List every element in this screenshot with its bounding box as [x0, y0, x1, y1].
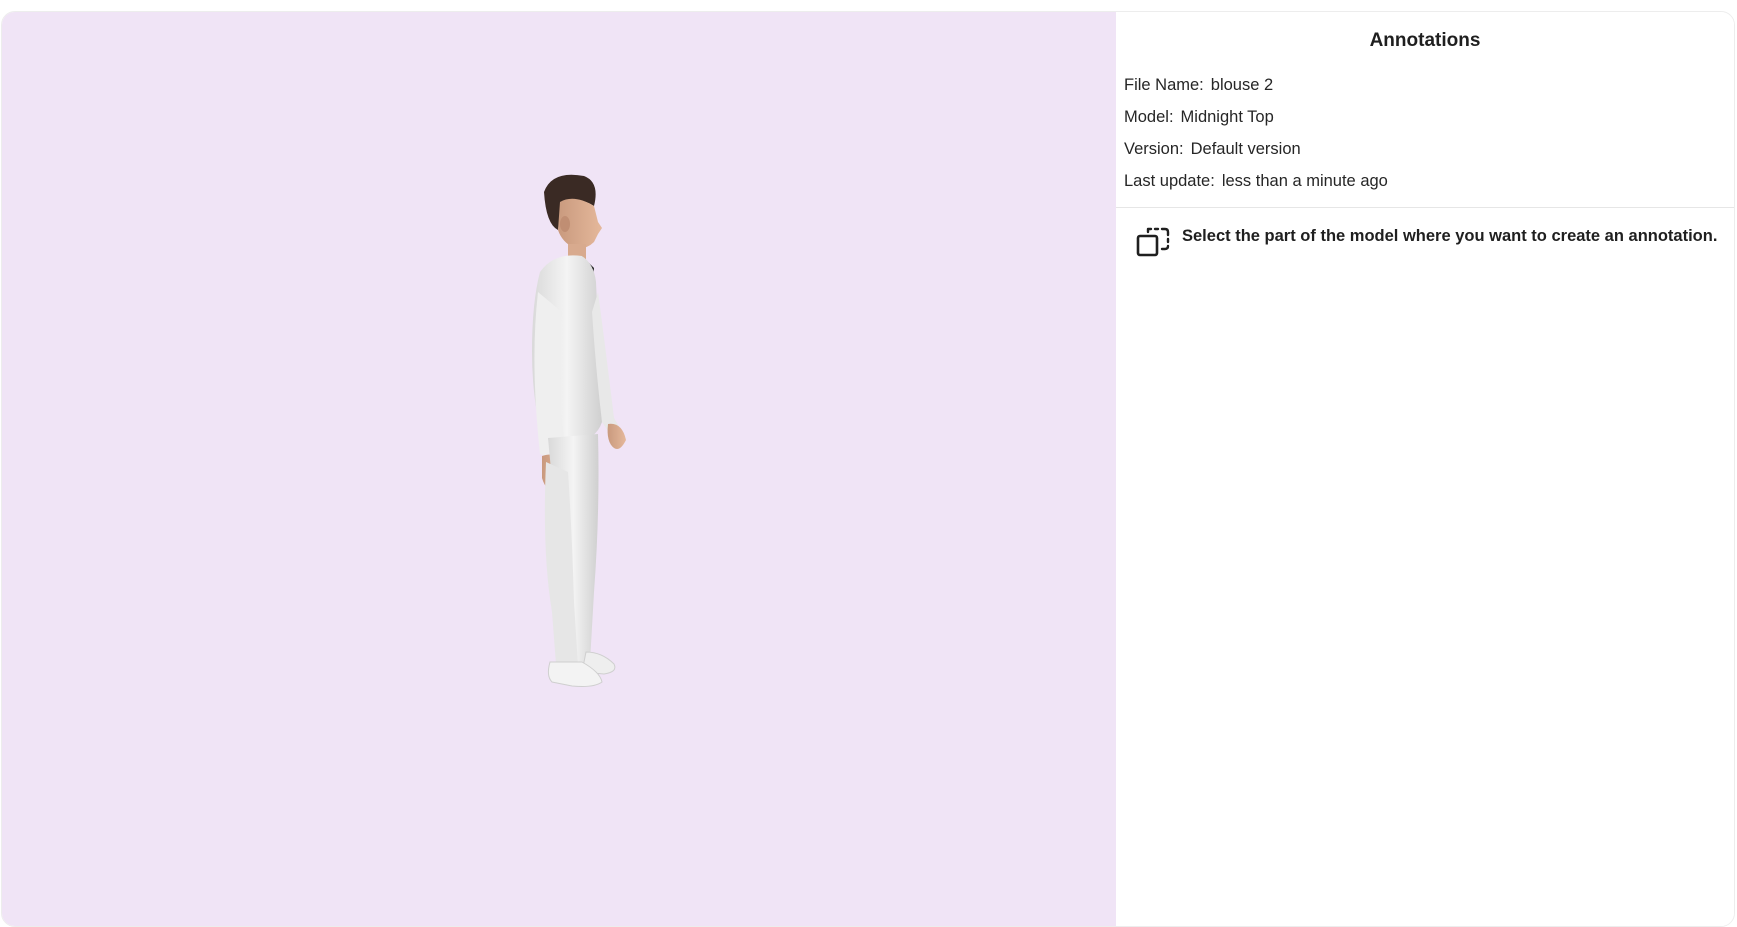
annotations-panel: Annotations File Name: blouse 2 Model: Mid…: [1116, 12, 1734, 926]
meta-value: blouse 2: [1210, 76, 1274, 94]
select-area-icon: [1136, 227, 1170, 257]
file-metadata: File Name: blouse 2 Model: Midnight Top Ve…: [1124, 74, 1388, 202]
divider: [1116, 207, 1734, 208]
meta-value: Default version: [1190, 140, 1301, 158]
panel-title: Annotations: [1369, 30, 1481, 51]
annotation-app: Annotations File Name: blouse 2 Model: Mid…: [1, 11, 1735, 927]
meta-label: File Name:: [1124, 76, 1204, 94]
meta-value: less than a minute ago: [1221, 172, 1388, 190]
meta-version: Version: Default version: [1124, 138, 1388, 170]
meta-value: Midnight Top: [1180, 108, 1274, 126]
annotation-hint: Select the part of the model where you w…: [1136, 225, 1717, 259]
meta-last-update: Last update: less than a minute ago: [1124, 170, 1388, 202]
3d-model-figure[interactable]: [502, 172, 662, 757]
hint-text: Select the part of the model where you w…: [1182, 227, 1718, 245]
model-viewer-canvas[interactable]: [2, 12, 1116, 926]
meta-label: Model:: [1124, 108, 1174, 126]
meta-label: Last update:: [1124, 172, 1215, 190]
meta-label: Version:: [1124, 140, 1184, 158]
meta-file-name: File Name: blouse 2: [1124, 74, 1388, 106]
meta-model: Model: Midnight Top: [1124, 106, 1388, 138]
